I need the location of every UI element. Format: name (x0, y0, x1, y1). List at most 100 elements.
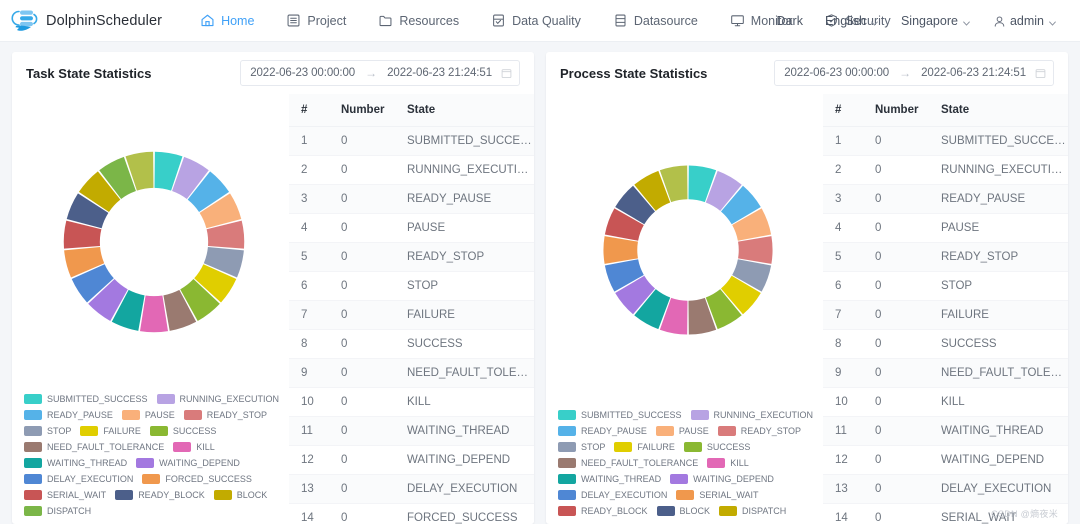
donut-chart-container (558, 94, 817, 406)
legend-item[interactable]: FAILURE (80, 424, 141, 438)
date-range-end[interactable]: 2022-06-23 21:24:51 (921, 67, 1026, 79)
cell-state: READY_STOP (395, 242, 534, 272)
table-row[interactable]: 6 0 STOP (823, 271, 1068, 301)
table-row[interactable]: 7 0 FAILURE (289, 300, 534, 330)
legend-item[interactable]: STOP (24, 424, 71, 438)
nav-item-resources[interactable]: Resources (362, 0, 475, 42)
table-row[interactable]: 2 0 RUNNING_EXECUTION (823, 155, 1068, 185)
legend-item[interactable]: DISPATCH (24, 504, 91, 518)
legend-item[interactable]: SERIAL_WAIT (676, 488, 759, 502)
table-header-row: # Number State (823, 94, 1068, 127)
legend-item[interactable]: SUCCESS (683, 440, 750, 454)
table-row[interactable]: 12 0 WAITING_DEPEND (289, 445, 534, 475)
legend-item[interactable]: BLOCK (213, 488, 267, 502)
date-range-start[interactable]: 2022-06-23 00:00:00 (784, 67, 889, 79)
legend-item[interactable]: READY_BLOCK (115, 488, 205, 502)
table-row[interactable]: 5 0 READY_STOP (289, 242, 534, 272)
page-title: Process State Statistics (560, 65, 708, 81)
date-range-end[interactable]: 2022-06-23 21:24:51 (387, 67, 492, 79)
legend-item[interactable]: READY_BLOCK (558, 504, 648, 518)
legend-swatch-icon (558, 458, 576, 468)
nav-item-home[interactable]: Home (184, 0, 270, 42)
brand-logo-link[interactable]: DolphinScheduler (10, 8, 162, 34)
table-row[interactable]: 8 0 SUCCESS (289, 329, 534, 359)
legend-item[interactable]: SUCCESS (149, 424, 216, 438)
timezone-selector[interactable]: Singapore (890, 14, 982, 28)
legend-item[interactable]: DISPATCH (719, 504, 786, 518)
table-row[interactable]: 12 0 WAITING_DEPEND (823, 445, 1068, 475)
legend-item[interactable]: WAITING_DEPEND (136, 456, 240, 470)
legend-item[interactable]: READY_STOP (183, 408, 267, 422)
legend-item[interactable]: BLOCK (656, 504, 710, 518)
legend-item[interactable]: FAILURE (614, 440, 675, 454)
legend-item[interactable]: NEED_FAULT_TOLERANCE (558, 456, 698, 470)
brand-name: DolphinScheduler (46, 12, 163, 29)
table-row[interactable]: 7 0 FAILURE (823, 300, 1068, 330)
legend-item[interactable]: RUNNING_EXECUTION (156, 392, 279, 406)
table-row[interactable]: 1 0 SUBMITTED_SUCCESS (289, 126, 534, 156)
table-row[interactable]: 1 0 SUBMITTED_SUCCESS (823, 126, 1068, 156)
legend-item[interactable]: STOP (558, 440, 605, 454)
legend-item[interactable]: FORCED_SUCCESS (142, 472, 252, 486)
language-selector[interactable]: English (814, 14, 890, 28)
legend-item[interactable]: DELAY_EXECUTION (558, 488, 667, 502)
table-row[interactable]: 13 0 DELAY_EXECUTION (823, 474, 1068, 504)
legend-item[interactable]: RUNNING_EXECUTION (690, 408, 813, 422)
table-row[interactable]: 3 0 READY_PAUSE (823, 184, 1068, 214)
table-row[interactable]: 11 0 WAITING_THREAD (823, 416, 1068, 446)
legend-item[interactable]: SUBMITTED_SUCCESS (24, 392, 148, 406)
legend-swatch-icon (558, 474, 576, 484)
date-range-picker[interactable]: 2022-06-23 00:00:00 → 2022-06-23 21:24:5… (240, 60, 520, 86)
cell-index: 2 (289, 155, 329, 185)
nav-item-datasource[interactable]: Datasource (597, 0, 714, 42)
cell-state: WAITING_DEPEND (929, 445, 1068, 475)
process-state-donut-chart[interactable] (599, 161, 777, 339)
table-row[interactable]: 8 0 SUCCESS (823, 329, 1068, 359)
legend-item-label: FAILURE (637, 442, 675, 452)
legend-item-label: DELAY_EXECUTION (47, 474, 134, 484)
calendar-icon[interactable] (501, 68, 512, 79)
table-row[interactable]: 2 0 RUNNING_EXECUTION (289, 155, 534, 185)
table-row[interactable]: 10 0 KILL (289, 387, 534, 417)
theme-toggle-dark[interactable]: Dark (766, 14, 814, 28)
table-row[interactable]: 11 0 WAITING_THREAD (289, 416, 534, 446)
legend-item[interactable]: KILL (707, 456, 749, 470)
donut-slice[interactable] (139, 295, 168, 333)
legend-item[interactable]: SUBMITTED_SUCCESS (558, 408, 682, 422)
table-row[interactable]: 14 0 SERIAL_WAIT (823, 503, 1068, 524)
legend-item[interactable]: NEED_FAULT_TOLERANCE (24, 440, 164, 454)
date-range-picker[interactable]: 2022-06-23 00:00:00 → 2022-06-23 21:24:5… (774, 60, 1054, 86)
legend-item[interactable]: READY_STOP (717, 424, 801, 438)
legend-item[interactable]: READY_PAUSE (558, 424, 647, 438)
donut-slice[interactable] (602, 236, 638, 264)
table-row[interactable]: 10 0 KILL (823, 387, 1068, 417)
nav-item-project[interactable]: Project (270, 0, 362, 42)
dolphinscheduler-logo-icon (10, 8, 40, 34)
legend-item[interactable]: WAITING_THREAD (558, 472, 661, 486)
calendar-icon[interactable] (1035, 68, 1046, 79)
table-row[interactable]: 4 0 PAUSE (823, 213, 1068, 243)
table-row[interactable]: 13 0 DELAY_EXECUTION (289, 474, 534, 504)
table-header-row: # Number State (289, 94, 534, 127)
table-row[interactable]: 4 0 PAUSE (289, 213, 534, 243)
legend-item[interactable]: PAUSE (655, 424, 709, 438)
legend-item[interactable]: SERIAL_WAIT (24, 488, 106, 502)
task-state-donut-chart[interactable] (59, 147, 249, 337)
table-row[interactable]: 6 0 STOP (289, 271, 534, 301)
legend-item[interactable]: PAUSE (121, 408, 175, 422)
legend-item-label: FAILURE (103, 426, 141, 436)
nav-item-data-quality[interactable]: Data Quality (475, 0, 597, 42)
table-row[interactable]: 5 0 READY_STOP (823, 242, 1068, 272)
legend-item[interactable]: READY_PAUSE (24, 408, 113, 422)
legend-item[interactable]: WAITING_DEPEND (670, 472, 774, 486)
donut-slice[interactable] (737, 236, 773, 264)
table-row[interactable]: 14 0 FORCED_SUCCESS (289, 503, 534, 524)
legend-item[interactable]: DELAY_EXECUTION (24, 472, 133, 486)
table-row[interactable]: 90NEED_FAULT_TOLERANCE (823, 358, 1068, 388)
table-row[interactable]: 90NEED_FAULT_TOLERANCE (289, 358, 534, 388)
legend-item[interactable]: KILL (173, 440, 215, 454)
date-range-start[interactable]: 2022-06-23 00:00:00 (250, 67, 355, 79)
legend-item[interactable]: WAITING_THREAD (24, 456, 127, 470)
table-row[interactable]: 3 0 READY_PAUSE (289, 184, 534, 214)
user-menu[interactable]: admin (982, 14, 1068, 28)
